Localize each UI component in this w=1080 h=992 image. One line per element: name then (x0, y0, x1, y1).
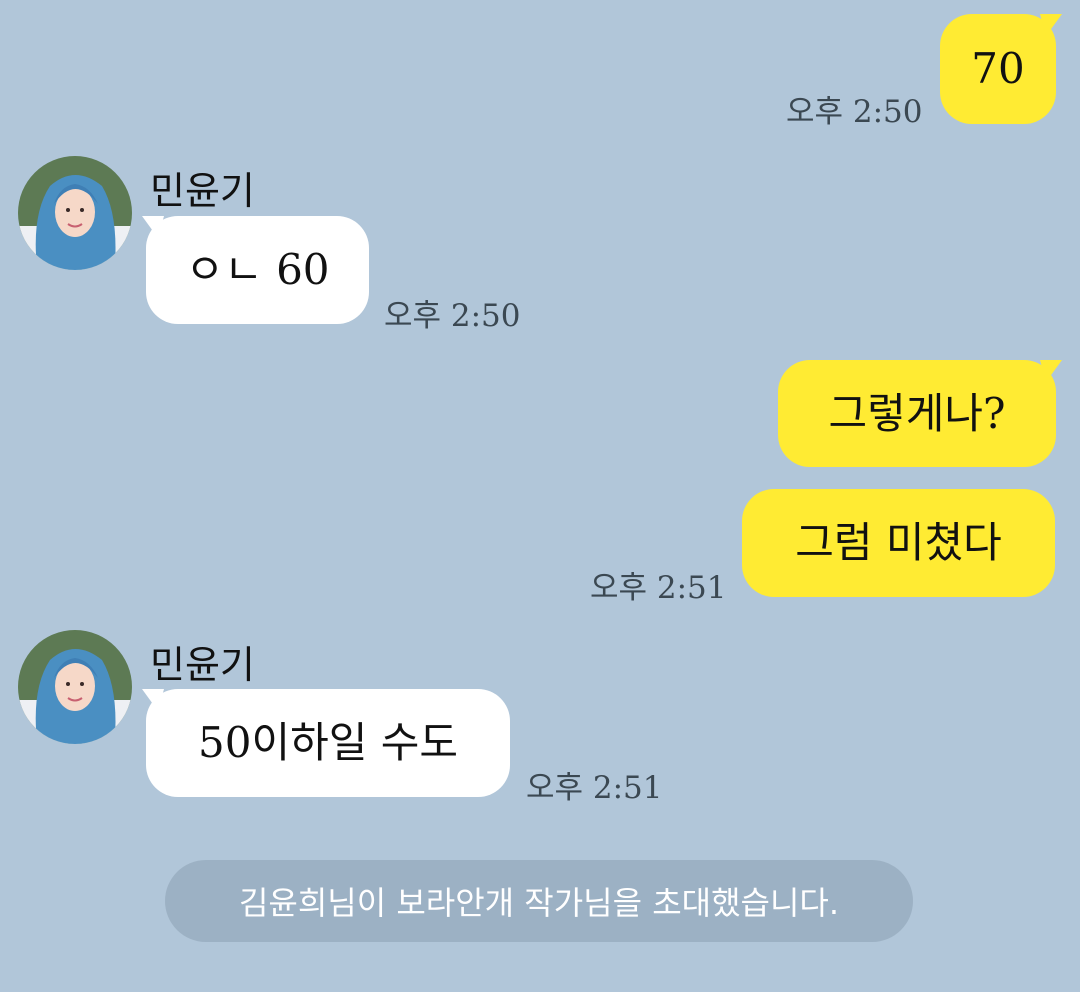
message-timestamp: 오후 2:50 (384, 298, 521, 334)
chat-bubble-sent[interactable]: 그럼 미쳤다 (742, 489, 1055, 597)
sender-name: 민윤기 (150, 643, 255, 687)
message-text: ㅇㄴ 60 (185, 245, 330, 294)
bubble-tail (1040, 360, 1062, 382)
bubble-tail (1040, 14, 1062, 36)
message-text: 그렇게나? (828, 388, 1006, 438)
message-timestamp: 오후 2:50 (786, 94, 923, 130)
sender-name: 민윤기 (150, 169, 255, 213)
chat-bubble-sent[interactable]: 70 (940, 14, 1056, 124)
chat-bubble-received[interactable]: ㅇㄴ 60 (146, 216, 369, 324)
message-text: 70 (971, 44, 1025, 93)
contact-avatar[interactable] (18, 156, 132, 270)
chat-bubble-received[interactable]: 50이하일 수도 (146, 689, 510, 797)
message-text: 50이하일 수도 (198, 718, 458, 767)
system-notice-text: 김윤희님이 보라안개 작가님을 초대했습니다. (238, 884, 840, 922)
system-notice: 김윤희님이 보라안개 작가님을 초대했습니다. (165, 860, 913, 942)
message-timestamp: 오후 2:51 (590, 570, 727, 606)
contact-avatar[interactable] (18, 630, 132, 744)
chat-bubble-sent[interactable]: 그렇게나? (778, 360, 1056, 467)
message-timestamp: 오후 2:51 (526, 770, 663, 806)
message-text: 그럼 미쳤다 (795, 518, 1002, 567)
